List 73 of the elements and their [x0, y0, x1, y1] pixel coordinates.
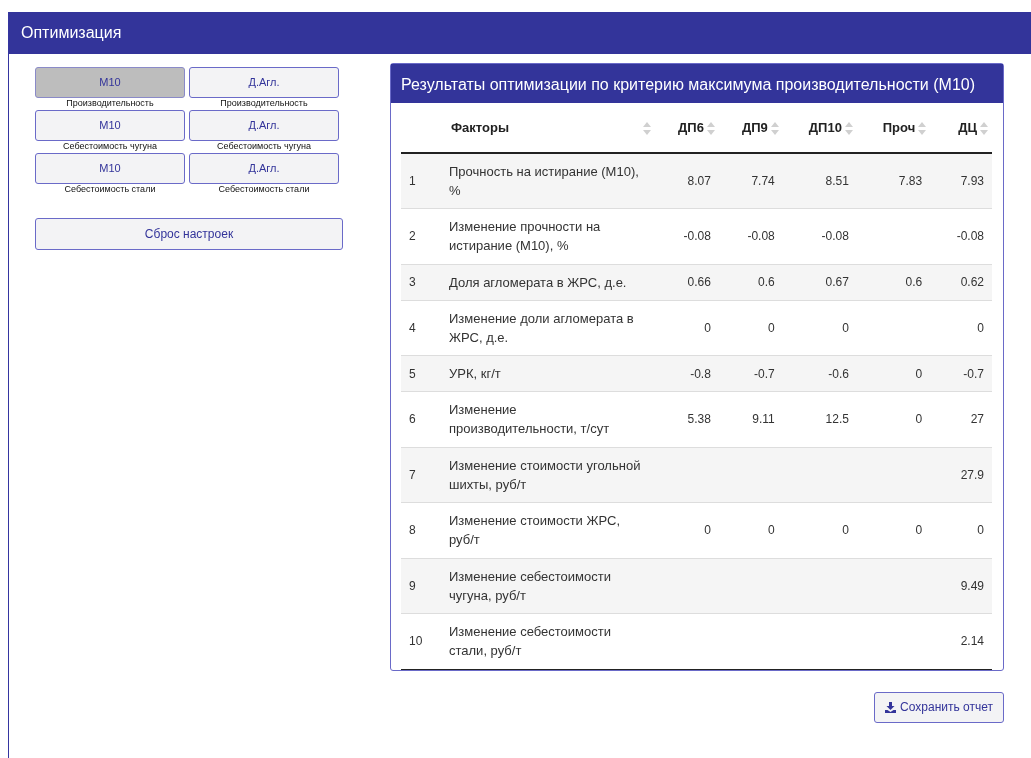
table-cell: -0.8: [655, 355, 719, 392]
panel-title: Оптимизация: [9, 12, 1031, 54]
table-cell: 0.67: [782, 264, 857, 300]
table-cell: 12.5: [782, 391, 857, 447]
criterion-button[interactable]: Д.Агл.: [189, 67, 339, 98]
row-number: 2: [401, 208, 441, 264]
reset-button[interactable]: Сброс настроек: [35, 218, 343, 250]
table-cell: 5.38: [655, 391, 719, 447]
row-number: 9: [401, 558, 441, 614]
row-number: 7: [401, 447, 441, 503]
table-cell: 8.07: [655, 153, 719, 209]
table-cell: 7.83: [856, 153, 931, 209]
table-cell: Изменение доли агломерата в ЖРС, д.е.: [441, 300, 655, 356]
card-title: Результаты оптимизации по критерию максимума производительности (М10): [391, 64, 1003, 103]
table-cell: Изменение стоимости ЖРС, руб/т: [441, 502, 655, 558]
table-cell: Прочность на истирание (М10), %: [441, 153, 655, 209]
table-cell: 0: [856, 502, 931, 558]
row-number: 3: [401, 264, 441, 300]
table-cell: 0: [856, 391, 931, 447]
table-cell: 0: [718, 502, 783, 558]
criterion-caption: Себестоимость чугуна: [217, 141, 311, 151]
row-number: 10: [401, 613, 441, 669]
criterion-caption: Себестоимость чугуна: [63, 141, 157, 151]
table-cell: 0: [782, 300, 857, 356]
table-cell: 0.6: [856, 264, 931, 300]
row-number: 6: [401, 391, 441, 447]
download-icon: [885, 701, 897, 713]
criterion-button[interactable]: Д.Агл.: [189, 110, 339, 141]
table-cell: -0.08: [782, 208, 857, 264]
table-cell: -0.08: [655, 208, 719, 264]
criterion-button[interactable]: М10: [35, 67, 185, 98]
table-cell: 0: [655, 300, 719, 356]
row-number: 8: [401, 502, 441, 558]
criterion-caption: Себестоимость стали: [64, 184, 156, 194]
criterion-caption: Себестоимость стали: [218, 184, 310, 194]
table-cell: -0.08: [930, 208, 992, 264]
table-cell: -0.6: [782, 355, 857, 392]
table-cell: Изменение себестоимости стали, руб/т: [441, 613, 655, 669]
table-cell: 0: [782, 502, 857, 558]
row-number: 4: [401, 300, 441, 356]
criterion-button[interactable]: Д.Агл.: [189, 153, 339, 184]
table-cell: 0: [930, 300, 992, 356]
table-cell: 27.9: [930, 447, 992, 503]
row-number: 5: [401, 355, 441, 392]
table-cell: 9.49: [930, 558, 992, 614]
table-cell: Изменение прочности на истирание (М10), %: [441, 208, 655, 264]
row-number: 1: [401, 153, 441, 209]
table-cell: 0: [856, 355, 931, 392]
table-cell: Изменение стоимости угольной шихты, руб/т: [441, 447, 655, 503]
table-cell: УРК, кг/т: [441, 355, 655, 392]
table-cell: 0: [718, 300, 783, 356]
criterion-caption: Производительность: [66, 98, 154, 108]
table-cell: 8.51: [782, 153, 857, 209]
table-cell: -0.08: [718, 208, 783, 264]
criterion-caption: Производительность: [220, 98, 308, 108]
table-cell: 2.14: [930, 613, 992, 669]
criterion-button[interactable]: М10: [35, 110, 185, 141]
table-cell: 7.74: [718, 153, 783, 209]
table-cell: 0.6: [718, 264, 783, 300]
table-cell: Изменение производительности, т/сут: [441, 391, 655, 447]
table-cell: 9.11: [718, 391, 783, 447]
table-cell: Изменение себестоимости чугуна, руб/т: [441, 558, 655, 614]
table-cell: 0: [655, 502, 719, 558]
table-cell: 0: [930, 502, 992, 558]
table-cell: 27: [930, 391, 992, 447]
table-cell: Доля агломерата в ЖРС, д.е.: [441, 264, 655, 300]
table-cell: 7.93: [930, 153, 992, 209]
table-cell: -0.7: [718, 355, 783, 392]
table-cell: 0.62: [930, 264, 992, 300]
save-report-button[interactable]: Сохранить отчет: [874, 691, 1004, 723]
criterion-button[interactable]: М10: [35, 153, 185, 184]
table-cell: -0.7: [930, 355, 992, 392]
table-cell: 0.66: [655, 264, 719, 300]
